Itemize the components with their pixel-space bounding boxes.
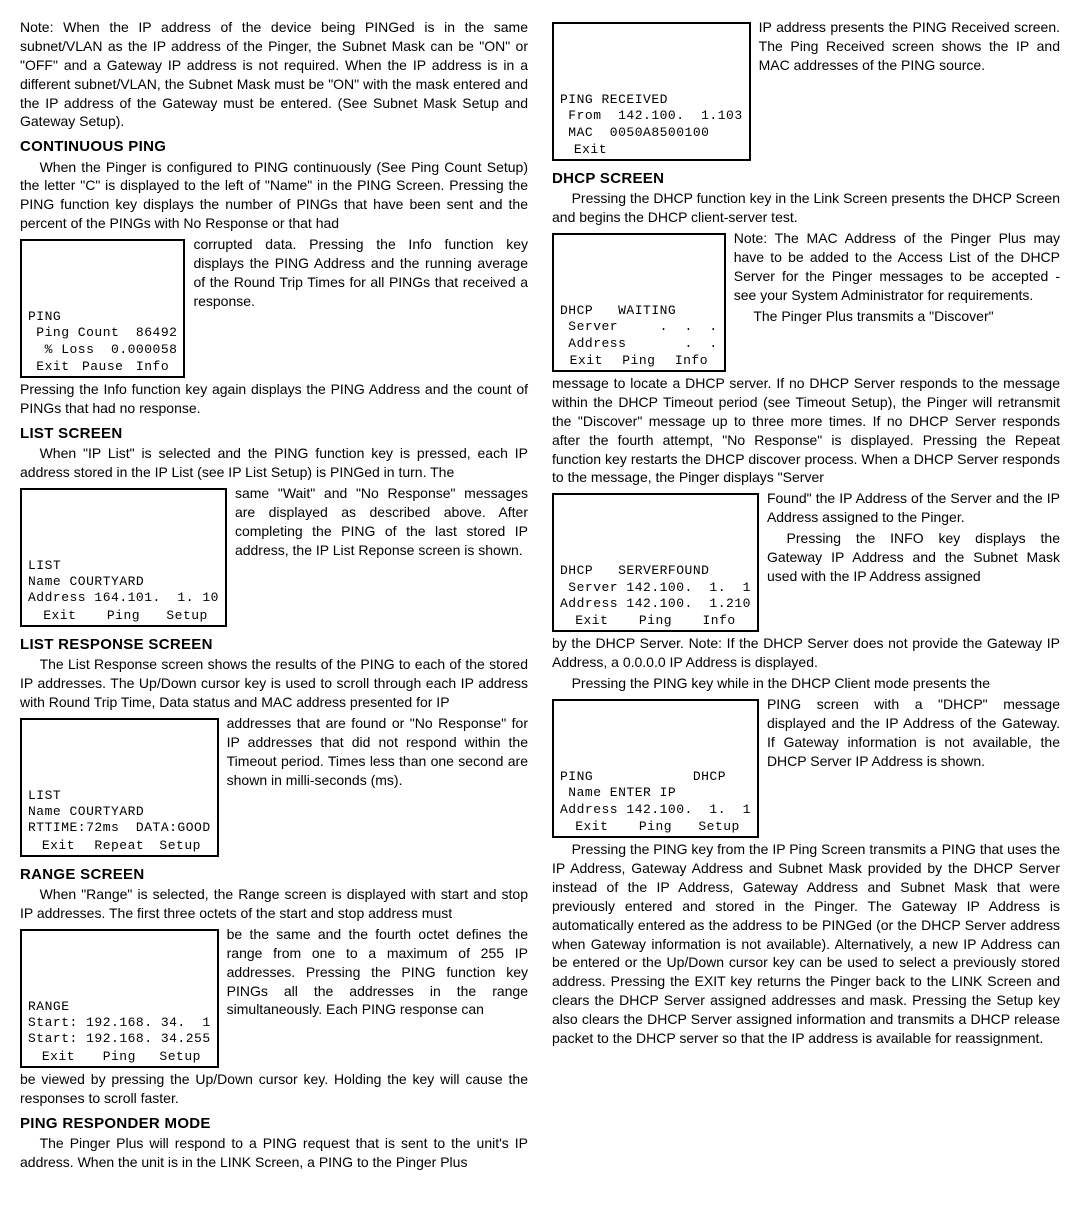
lcd-dhcp-ping: PING DHCP Name ENTER IP Address 142.100.… [552, 699, 759, 838]
heading-list-screen: LIST SCREEN [20, 424, 528, 444]
lcd-ping-received: PING RECEIVED From 142.100. 1.103 MAC 00… [552, 22, 751, 161]
resp-p1: The Pinger Plus will respond to a PING r… [20, 1134, 528, 1172]
heading-range-screen: RANGE SCREEN [20, 865, 528, 885]
range-p1: When "Range" is selected, the Range scre… [20, 885, 528, 923]
lcd-dhcp-serverfound: DHCP SERVERFOUND Server 142.100. 1. 1 Ad… [552, 493, 759, 632]
dhcp-p4a: Pressing the PING key while in the DHCP … [552, 674, 1060, 693]
intro-note: Note: When the IP address of the device … [20, 18, 528, 131]
list-p1: When "IP List" is selected and the PING … [20, 444, 528, 482]
lcd-list-response: LIST Name COURTYARD RTTIME:72ms DATA:GOO… [20, 718, 219, 857]
heading-list-response: LIST RESPONSE SCREEN [20, 635, 528, 655]
cont-ping-p2: Pressing the Info function key again dis… [20, 380, 528, 418]
dhcp-p1: Pressing the DHCP function key in the Li… [552, 189, 1060, 227]
heading-dhcp-screen: DHCP SCREEN [552, 169, 1060, 189]
heading-ping-responder: PING RESPONDER MODE [20, 1114, 528, 1134]
listresp-p1: The List Response screen shows the resul… [20, 655, 528, 712]
range-p2: be viewed by pressing the Up/Down cursor… [20, 1070, 528, 1108]
dhcp-p2: message to locate a DHCP server. If no D… [552, 374, 1060, 487]
lcd-range: RANGE Start: 192.168. 34. 1 Start: 192.1… [20, 929, 219, 1068]
cont-ping-p1: When the Pinger is configured to PING co… [20, 158, 528, 234]
lcd-ping: PING Ping Count 86492 % Loss 0.000058 Ex… [20, 239, 185, 378]
lcd-dhcp-waiting: DHCP WAITING Server . . . Address . . Ex… [552, 233, 726, 372]
dhcp-p3: by the DHCP Server. Note: If the DHCP Se… [552, 634, 1060, 672]
dhcp-p5: Pressing the PING key from the IP Ping S… [552, 840, 1060, 1048]
lcd-list: LIST Name COURTYARD Address 164.101. 1. … [20, 488, 227, 627]
heading-continuous-ping: CONTINUOUS PING [20, 137, 528, 157]
